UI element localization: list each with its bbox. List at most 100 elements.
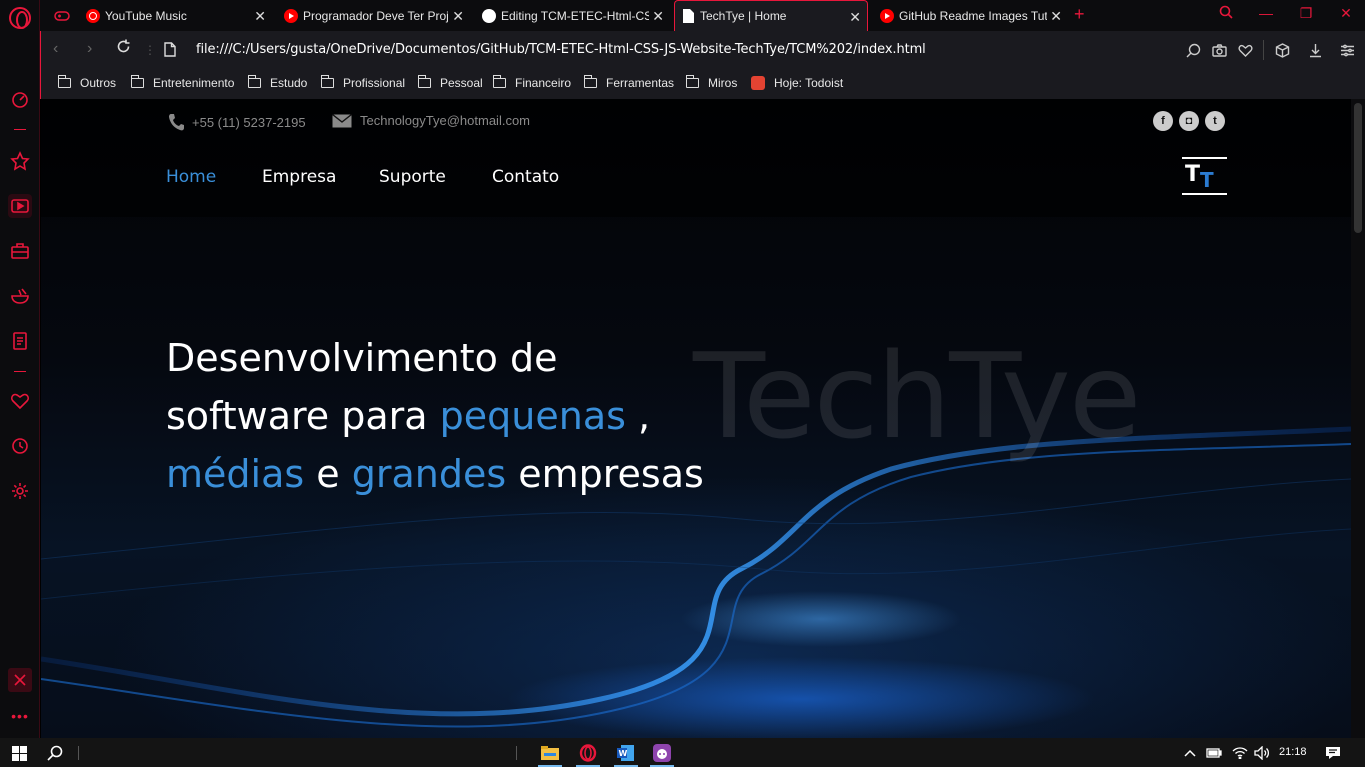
instagram-icon[interactable]: ◘ bbox=[1179, 111, 1199, 131]
player-icon[interactable] bbox=[8, 194, 32, 218]
tab-title: Programador Deve Ter Proj bbox=[303, 8, 449, 23]
nav-home[interactable]: Home bbox=[166, 167, 216, 187]
youtube-icon bbox=[880, 8, 894, 23]
notifications-icon[interactable] bbox=[1323, 743, 1343, 763]
close-icon[interactable]: ✕ bbox=[1050, 8, 1062, 25]
sidebar-divider bbox=[14, 129, 26, 130]
bookmark-folder-pessoal[interactable]: Pessoal bbox=[417, 75, 483, 90]
camera-icon[interactable] bbox=[1210, 41, 1228, 59]
techtye-logo[interactable]: T T bbox=[1182, 157, 1227, 195]
windows-taskbar: W 21:18 bbox=[0, 738, 1365, 767]
bookmark-todoist[interactable]: Hoje: Todoist bbox=[751, 76, 843, 90]
folder-icon bbox=[685, 75, 699, 88]
bookmark-folder-estudo[interactable]: Estudo bbox=[247, 75, 307, 90]
forward-icon[interactable]: › bbox=[87, 40, 92, 58]
settings-gear-icon[interactable] bbox=[8, 479, 32, 503]
toolbar-divider bbox=[1263, 40, 1264, 60]
taskbar-divider bbox=[78, 746, 79, 760]
hero-watermark: TechTye bbox=[693, 327, 1141, 465]
bookmark-folder-outros[interactable]: Outros bbox=[57, 75, 116, 90]
file-explorer-icon[interactable] bbox=[540, 743, 560, 763]
bookmark-folder-miros[interactable]: Miros bbox=[685, 75, 738, 90]
bookmark-label: Miros bbox=[708, 76, 738, 90]
scrollbar-thumb[interactable] bbox=[1354, 103, 1362, 233]
headline-line-1: Desenvolvimento de bbox=[166, 336, 558, 380]
new-tab-plus-icon[interactable]: + bbox=[1074, 4, 1085, 25]
hero-headline: Desenvolvimento de software para pequena… bbox=[166, 329, 704, 503]
facebook-icon[interactable]: f bbox=[1153, 111, 1173, 131]
tab-title: GitHub Readme Images Tut bbox=[899, 8, 1047, 23]
drag-handle-icon: ⋮ bbox=[144, 43, 156, 57]
tab-title: TechTye | Home bbox=[700, 9, 787, 23]
nav-suporte[interactable]: Suporte bbox=[379, 167, 446, 187]
tab-editing-github[interactable]: Editing TCM-ETEC-Html-CS ✕ bbox=[476, 0, 670, 31]
contact-phone: +55 (11) 5237-2195 bbox=[168, 113, 306, 131]
notes-icon[interactable] bbox=[8, 329, 32, 353]
todoist-icon bbox=[751, 76, 765, 90]
nav-empresa[interactable]: Empresa bbox=[262, 167, 336, 187]
bookmark-folder-ferramentas[interactable]: Ferramentas bbox=[583, 75, 675, 90]
minimize-icon[interactable]: — bbox=[1256, 5, 1276, 21]
extension-icon[interactable] bbox=[8, 668, 32, 692]
heart-icon[interactable] bbox=[8, 389, 32, 413]
search-icon[interactable] bbox=[1184, 41, 1202, 59]
window-close-icon[interactable]: ✕ bbox=[1336, 5, 1356, 22]
bowl-icon[interactable] bbox=[8, 284, 32, 308]
cube-icon[interactable] bbox=[1273, 41, 1291, 59]
twitter-icon[interactable]: t bbox=[1205, 111, 1225, 131]
tab-youtube-music[interactable]: YouTube Music ✕ bbox=[80, 0, 272, 31]
close-icon[interactable]: ✕ bbox=[254, 8, 266, 25]
gamepad-icon[interactable] bbox=[48, 0, 78, 31]
pinboard-icon[interactable] bbox=[8, 149, 32, 173]
chevron-up-icon[interactable] bbox=[1180, 743, 1200, 763]
close-icon[interactable]: ✕ bbox=[849, 9, 861, 26]
windows-start-icon[interactable] bbox=[9, 743, 29, 763]
svg-text:W: W bbox=[619, 749, 628, 758]
bookmark-folder-profissional[interactable]: Profissional bbox=[320, 75, 405, 90]
github-desktop-icon[interactable] bbox=[652, 743, 672, 763]
page-info-icon[interactable] bbox=[164, 42, 176, 62]
close-icon[interactable]: ✕ bbox=[652, 8, 664, 25]
close-icon[interactable]: ✕ bbox=[452, 8, 464, 25]
phone-number: +55 (11) 5237-2195 bbox=[192, 114, 306, 130]
email-address: TechnologyTye@hotmail.com bbox=[360, 113, 530, 128]
history-icon[interactable] bbox=[8, 434, 32, 458]
github-icon bbox=[482, 8, 496, 23]
restore-icon[interactable]: ❐ bbox=[1296, 5, 1316, 22]
bookmark-label: Ferramentas bbox=[606, 76, 675, 90]
tab-techtye-home[interactable]: TechTye | Home ✕ bbox=[674, 0, 868, 31]
bookmark-label: Entretenimento bbox=[153, 76, 235, 90]
mail-icon bbox=[332, 113, 352, 127]
folder-icon bbox=[130, 75, 144, 88]
speed-dial-icon[interactable] bbox=[8, 88, 32, 112]
battery-icon[interactable] bbox=[1204, 743, 1224, 763]
bookmark-folder-financeiro[interactable]: Financeiro bbox=[492, 75, 572, 90]
easy-setup-icon[interactable] bbox=[1338, 41, 1356, 59]
wifi-icon[interactable] bbox=[1230, 743, 1250, 763]
word-icon[interactable]: W bbox=[616, 743, 636, 763]
volume-icon[interactable] bbox=[1252, 743, 1272, 763]
url-field[interactable]: file:///C:/Users/gusta/OneDrive/Document… bbox=[196, 42, 926, 57]
tab-programador[interactable]: Programador Deve Ter Proj ✕ bbox=[278, 0, 470, 31]
tab-github-readme[interactable]: GitHub Readme Images Tut ✕ bbox=[874, 0, 1068, 31]
reload-icon[interactable] bbox=[116, 39, 131, 59]
folder-icon bbox=[583, 75, 597, 88]
folder-icon bbox=[57, 75, 71, 88]
bookmark-folder-entretenimento[interactable]: Entretenimento bbox=[130, 75, 235, 90]
heart-icon[interactable] bbox=[1236, 41, 1254, 59]
bookmark-label: Financeiro bbox=[515, 76, 572, 90]
clock-time[interactable]: 21:18 bbox=[1279, 746, 1307, 758]
opera-logo-icon[interactable] bbox=[9, 7, 31, 29]
nav-contato[interactable]: Contato bbox=[492, 167, 559, 187]
workspaces-icon[interactable] bbox=[8, 239, 32, 263]
back-icon[interactable]: ‹ bbox=[53, 40, 58, 58]
opera-taskbar-icon[interactable] bbox=[578, 743, 598, 763]
headline-line-2: software para pequenas , bbox=[166, 394, 651, 438]
page-scrollbar[interactable] bbox=[1351, 99, 1365, 738]
download-icon[interactable] bbox=[1306, 41, 1324, 59]
more-options-icon[interactable]: ••• bbox=[8, 708, 32, 724]
bookmarks-bar: Outros Entretenimento Estudo Profissiona… bbox=[40, 69, 1365, 99]
document-icon bbox=[681, 9, 695, 23]
search-tabs-icon[interactable] bbox=[1216, 5, 1236, 22]
search-icon[interactable] bbox=[45, 743, 65, 763]
